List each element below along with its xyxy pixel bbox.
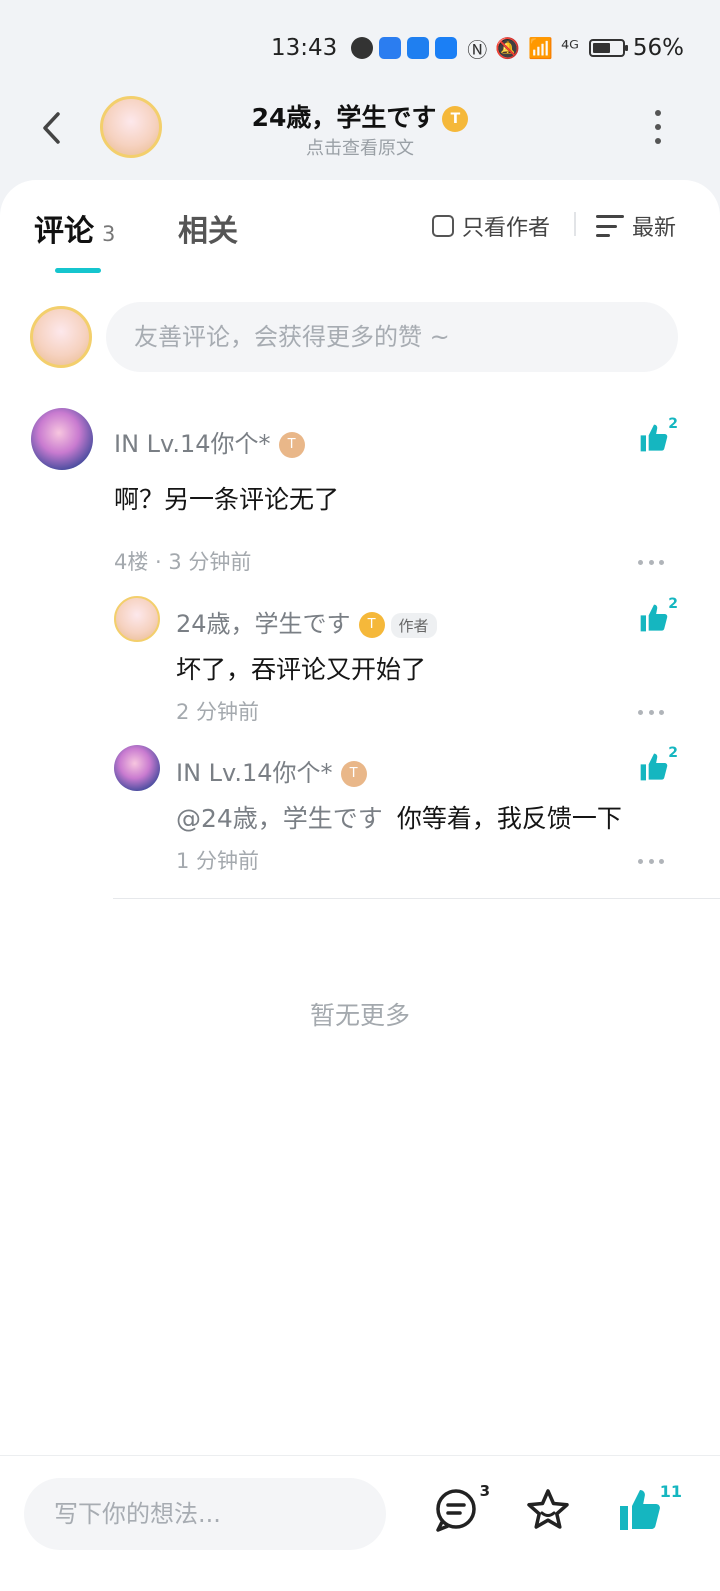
cloud-app-icon <box>379 37 402 59</box>
reply-body: 你等着，我反馈一下 <box>396 804 622 833</box>
author-only-label: 只看作者 <box>462 216 551 241</box>
star-icon <box>527 1489 569 1529</box>
bottom-action-bar: 写下你的想法... 3 11 <box>0 1455 720 1591</box>
ghost-app-icon <box>351 37 374 59</box>
page-title-text: 24歳，学生です <box>251 103 437 132</box>
comment-text: 啊？另一条评论无了 <box>114 485 340 514</box>
mute-icon: 🔕 <box>495 36 521 60</box>
like-button[interactable]: 2 <box>638 745 678 791</box>
reply-more-button[interactable] <box>638 708 664 716</box>
level-badge-icon: T <box>442 106 469 132</box>
reply-username[interactable]: IN Lv.14你个* T <box>176 753 367 788</box>
thumbs-up-icon <box>620 1490 660 1530</box>
comment-meta: 4楼 · 3 分钟前 <box>114 550 252 574</box>
checkbox-icon <box>432 215 454 237</box>
level-badge-icon: T <box>358 612 385 638</box>
network-type: ⁴ᴳ <box>561 36 579 60</box>
author-tag: 作者 <box>390 612 437 638</box>
author-only-filter[interactable]: 只看作者 <box>432 210 550 242</box>
filter-divider <box>574 212 576 236</box>
reply-meta: 2 分钟前 <box>176 700 260 724</box>
sort-icon <box>596 215 624 237</box>
reply-text: @24歳，学生です 你等着，我反馈一下 <box>176 799 622 835</box>
battery-percent: 56% <box>632 35 684 61</box>
tab-comments-count: 3 <box>102 222 116 246</box>
wifi-icon: 📶 <box>528 36 554 60</box>
reply-more-button[interactable] <box>638 857 664 865</box>
user-avatar[interactable] <box>114 596 160 642</box>
sort-button[interactable]: 最新 <box>596 210 676 242</box>
comment-composer: 友善评论，会获得更多的赞 ~ <box>0 302 720 372</box>
comment-username[interactable]: IN Lv.14你个* T <box>114 424 305 459</box>
tab-bar: 评论 3 相关 只看作者 最新 <box>0 206 720 276</box>
comment-input[interactable]: 友善评论，会获得更多的赞 ~ <box>106 302 678 372</box>
comment-button[interactable]: 3 <box>432 1482 490 1536</box>
reply-username[interactable]: 24歳，学生です T 作者 <box>176 604 437 639</box>
like-button[interactable]: 2 <box>638 596 678 642</box>
like-count: 2 <box>668 745 678 761</box>
more-options-button[interactable] <box>652 110 664 144</box>
thumbs-up-icon <box>640 604 668 632</box>
comment-more-button[interactable] <box>638 558 664 566</box>
like-count: 2 <box>668 416 678 432</box>
user-avatar[interactable] <box>31 408 93 470</box>
battery-icon <box>588 39 628 57</box>
divider <box>113 898 720 899</box>
favorite-button[interactable] <box>524 1486 574 1536</box>
username-text: IN Lv.14你个* <box>114 430 271 458</box>
page-title[interactable]: 24歳，学生です T <box>0 98 720 134</box>
thumbs-up-icon <box>640 753 668 781</box>
comment-icon <box>436 1489 476 1532</box>
comments-panel: 评论 3 相关 只看作者 最新 友善评论，会获得更多的赞 ~ IN Lv.14你个… <box>0 180 720 1455</box>
tab-comments[interactable]: 评论 3 <box>34 206 115 250</box>
page-header: 24歳，学生です T 点击查看原文 <box>0 96 720 180</box>
weather-app-icon <box>407 37 430 59</box>
no-more-label: 暂无更多 <box>309 1001 410 1030</box>
tab-related[interactable]: 相关 <box>178 206 238 250</box>
app-notification-icon <box>435 37 458 59</box>
like-post-button[interactable]: 11 <box>616 1482 682 1536</box>
sort-label: 最新 <box>632 216 677 241</box>
username-text: IN Lv.14你个* <box>176 759 333 787</box>
level-badge-icon: T <box>278 432 305 458</box>
thought-input[interactable]: 写下你的想法... <box>24 1478 386 1550</box>
like-count: 2 <box>668 596 678 612</box>
reply-meta: 1 分钟前 <box>176 849 260 873</box>
tab-comments-label: 评论 <box>34 214 94 249</box>
like-button[interactable]: 2 <box>638 416 678 462</box>
level-badge-icon: T <box>340 761 367 787</box>
comment-count: 3 <box>479 1482 490 1500</box>
nfc-icon: Ⓝ <box>467 37 488 62</box>
post-like-count: 11 <box>659 1482 682 1501</box>
reply-text: 坏了，吞评论又开始了 <box>176 655 427 684</box>
my-avatar <box>30 306 92 368</box>
username-text: 24歳，学生です <box>176 610 351 638</box>
status-time: 13:43 <box>270 35 338 61</box>
active-tab-indicator <box>55 268 101 273</box>
mention-link[interactable]: @24歳，学生です <box>176 804 383 833</box>
status-bar: 13:43 Ⓝ 🔕 📶 ⁴ᴳ 56% <box>0 0 720 96</box>
user-avatar[interactable] <box>114 745 160 791</box>
thumbs-up-icon <box>640 424 668 452</box>
view-original-link[interactable]: 点击查看原文 <box>0 134 720 160</box>
